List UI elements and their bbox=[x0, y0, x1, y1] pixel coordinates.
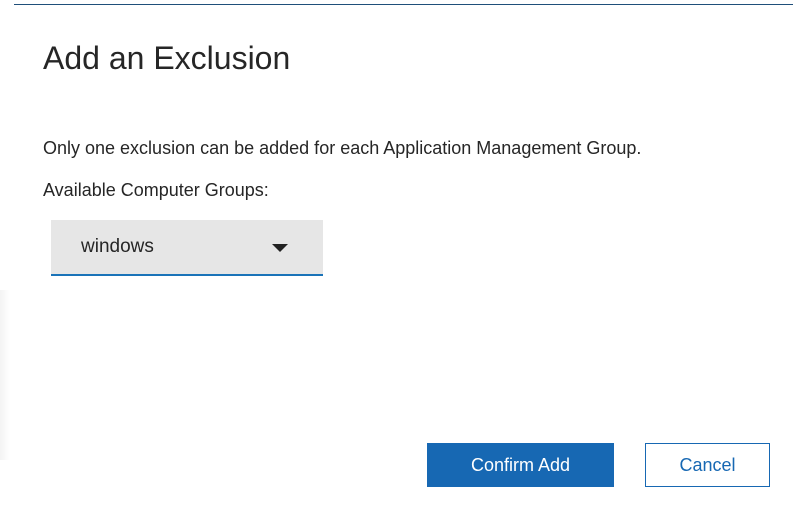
available-computer-groups-label: Available Computer Groups: bbox=[43, 180, 269, 200]
cancel-button[interactable]: Cancel bbox=[645, 443, 770, 487]
exclusion-info-text: Only one exclusion can be added for each… bbox=[43, 138, 642, 158]
confirm-add-button[interactable]: Confirm Add bbox=[427, 443, 614, 487]
computer-group-selected-value: windows bbox=[81, 236, 154, 257]
add-exclusion-dialog: Add an Exclusion Only one exclusion can … bbox=[0, 0, 793, 506]
caret-down-icon bbox=[272, 244, 288, 252]
dialog-left-shadow bbox=[0, 290, 10, 460]
dialog-top-border bbox=[14, 4, 793, 5]
dialog-title: Add an Exclusion bbox=[43, 40, 291, 76]
computer-group-select[interactable]: windows bbox=[51, 220, 323, 276]
